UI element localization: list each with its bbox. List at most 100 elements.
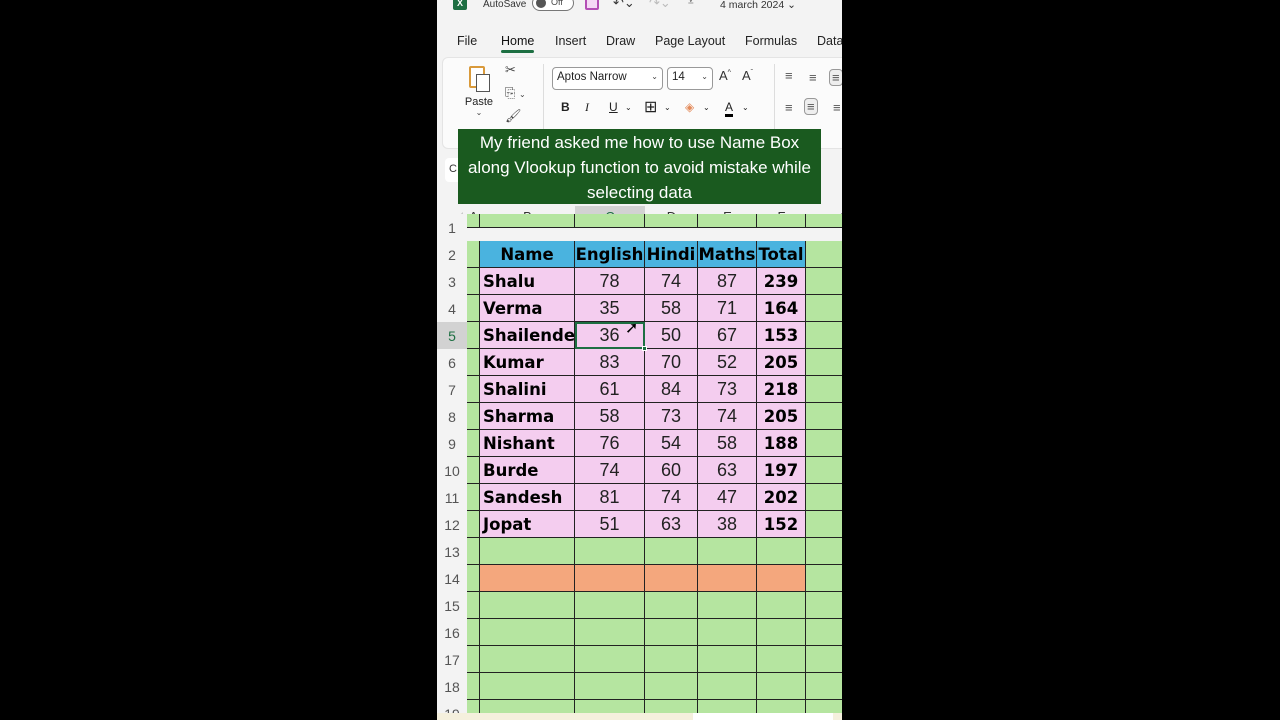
cell-D11[interactable]: 74 — [645, 484, 698, 511]
cell-A16[interactable] — [467, 619, 480, 646]
cell-D3[interactable]: 74 — [645, 268, 698, 295]
row-header[interactable]: 17 — [437, 646, 467, 673]
cell-B4[interactable]: Verma — [480, 295, 575, 322]
row-header[interactable]: 10 — [437, 457, 467, 484]
table-header-cell[interactable]: Total — [757, 241, 806, 268]
cell-G6[interactable] — [806, 349, 842, 376]
cell-G7[interactable] — [806, 376, 842, 403]
cell-F8[interactable]: 205 — [757, 403, 806, 430]
cell-B6[interactable]: Kumar — [480, 349, 575, 376]
cell-D5[interactable]: 50 — [645, 322, 698, 349]
save-icon[interactable] — [585, 0, 599, 10]
cell-E4[interactable]: 71 — [698, 295, 757, 322]
cell-C8[interactable]: 58 — [575, 403, 645, 430]
tab-page-layout[interactable]: Page Layout — [655, 34, 725, 48]
cell-F15[interactable] — [757, 592, 806, 619]
row-header[interactable]: 9 — [437, 430, 467, 457]
customize-toolbar-icon[interactable]: ⩡ — [688, 0, 694, 8]
cell-B15[interactable] — [480, 592, 575, 619]
table-header-cell[interactable]: Maths — [698, 241, 757, 268]
cell-A10[interactable] — [467, 457, 480, 484]
cell-G11[interactable] — [806, 484, 842, 511]
cell-E7[interactable]: 73 — [698, 376, 757, 403]
redo-icon[interactable]: ↷⌄ — [649, 0, 671, 11]
cell-E6[interactable]: 52 — [698, 349, 757, 376]
cell-A5[interactable] — [467, 322, 480, 349]
cell-E8[interactable]: 74 — [698, 403, 757, 430]
cell-B9[interactable]: Nishant — [480, 430, 575, 457]
cell-F6[interactable]: 205 — [757, 349, 806, 376]
cut-icon[interactable]: ✂ — [505, 62, 535, 85]
cell-E15[interactable] — [698, 592, 757, 619]
cell-E3[interactable]: 87 — [698, 268, 757, 295]
cell-A9[interactable] — [467, 430, 480, 457]
cell-D13[interactable] — [645, 538, 698, 565]
cell-G1[interactable] — [806, 214, 842, 228]
cell-A14[interactable] — [467, 565, 480, 592]
table-header-cell[interactable]: English — [575, 241, 645, 268]
cell-C18[interactable] — [575, 673, 645, 700]
italic-button[interactable]: I — [585, 100, 589, 115]
cell-G12[interactable] — [806, 511, 842, 538]
chevron-down-icon[interactable]: ⌄ — [742, 103, 749, 112]
copy-icon[interactable]: ⎘ ⌄ — [505, 85, 535, 108]
fill-color-icon[interactable]: ◈ — [685, 100, 694, 114]
document-title[interactable]: 4 march 2024 ⌄ — [720, 0, 796, 11]
cell-E13[interactable] — [698, 538, 757, 565]
cell-B5[interactable]: Shailender — [480, 322, 575, 349]
tab-file[interactable]: File — [457, 34, 477, 48]
row-header[interactable]: 5 — [437, 322, 467, 349]
row-header[interactable]: 8 — [437, 403, 467, 430]
underline-button[interactable]: U — [609, 100, 618, 114]
cell-B12[interactable]: Jopat — [480, 511, 575, 538]
cell-F18[interactable] — [757, 673, 806, 700]
cell-F10[interactable]: 197 — [757, 457, 806, 484]
increase-font-size-icon[interactable]: A^ — [719, 68, 731, 83]
cell-G15[interactable] — [806, 592, 842, 619]
cell-F5[interactable]: 153 — [757, 322, 806, 349]
cell-C12[interactable]: 51 — [575, 511, 645, 538]
worksheet-grid[interactable]: 1918171615141312Jopat51633815211Sandesh8… — [437, 214, 842, 720]
font-color-icon[interactable]: A — [725, 100, 734, 117]
cell-G8[interactable] — [806, 403, 842, 430]
cell-A1[interactable] — [467, 214, 480, 228]
cell-B11[interactable]: Sandesh — [480, 484, 575, 511]
align-middle-icon[interactable]: ≡ — [809, 70, 817, 85]
cell-F14[interactable] — [757, 565, 806, 592]
cell-E12[interactable]: 38 — [698, 511, 757, 538]
cell-B16[interactable] — [480, 619, 575, 646]
row-header[interactable]: 14 — [437, 565, 467, 592]
cell-E17[interactable] — [698, 646, 757, 673]
row-header[interactable]: 18 — [437, 673, 467, 700]
table-header-cell[interactable]: Name — [480, 241, 575, 268]
cell-D16[interactable] — [645, 619, 698, 646]
row-header[interactable]: 1 — [437, 214, 467, 236]
cell-D9[interactable]: 54 — [645, 430, 698, 457]
cell-C6[interactable]: 83 — [575, 349, 645, 376]
cell-G10[interactable] — [806, 457, 842, 484]
bold-button[interactable]: B — [561, 100, 570, 114]
cell-C15[interactable] — [575, 592, 645, 619]
cell-G3[interactable] — [806, 268, 842, 295]
cell-E18[interactable] — [698, 673, 757, 700]
tab-insert[interactable]: Insert — [555, 34, 586, 48]
decrease-font-size-icon[interactable]: Aˇ — [742, 68, 753, 83]
cell-E5[interactable]: 67 — [698, 322, 757, 349]
cell-E10[interactable]: 63 — [698, 457, 757, 484]
cell-A17[interactable] — [467, 646, 480, 673]
cell-C9[interactable]: 76 — [575, 430, 645, 457]
cell-A7[interactable] — [467, 376, 480, 403]
font-size-select[interactable]: 14 ⌄ — [667, 67, 713, 90]
cell-C13[interactable] — [575, 538, 645, 565]
cell-C3[interactable]: 78 — [575, 268, 645, 295]
cell-G5[interactable] — [806, 322, 842, 349]
cell-G4[interactable] — [806, 295, 842, 322]
cell-D6[interactable]: 70 — [645, 349, 698, 376]
align-bottom-icon[interactable]: ≡ — [829, 69, 842, 86]
cell-C11[interactable]: 81 — [575, 484, 645, 511]
cell-C16[interactable] — [575, 619, 645, 646]
align-left-icon[interactable]: ≡ — [785, 100, 793, 115]
align-right-icon[interactable]: ≡ — [833, 100, 841, 115]
cell-B13[interactable] — [480, 538, 575, 565]
align-top-icon[interactable]: ≡ — [785, 68, 793, 83]
